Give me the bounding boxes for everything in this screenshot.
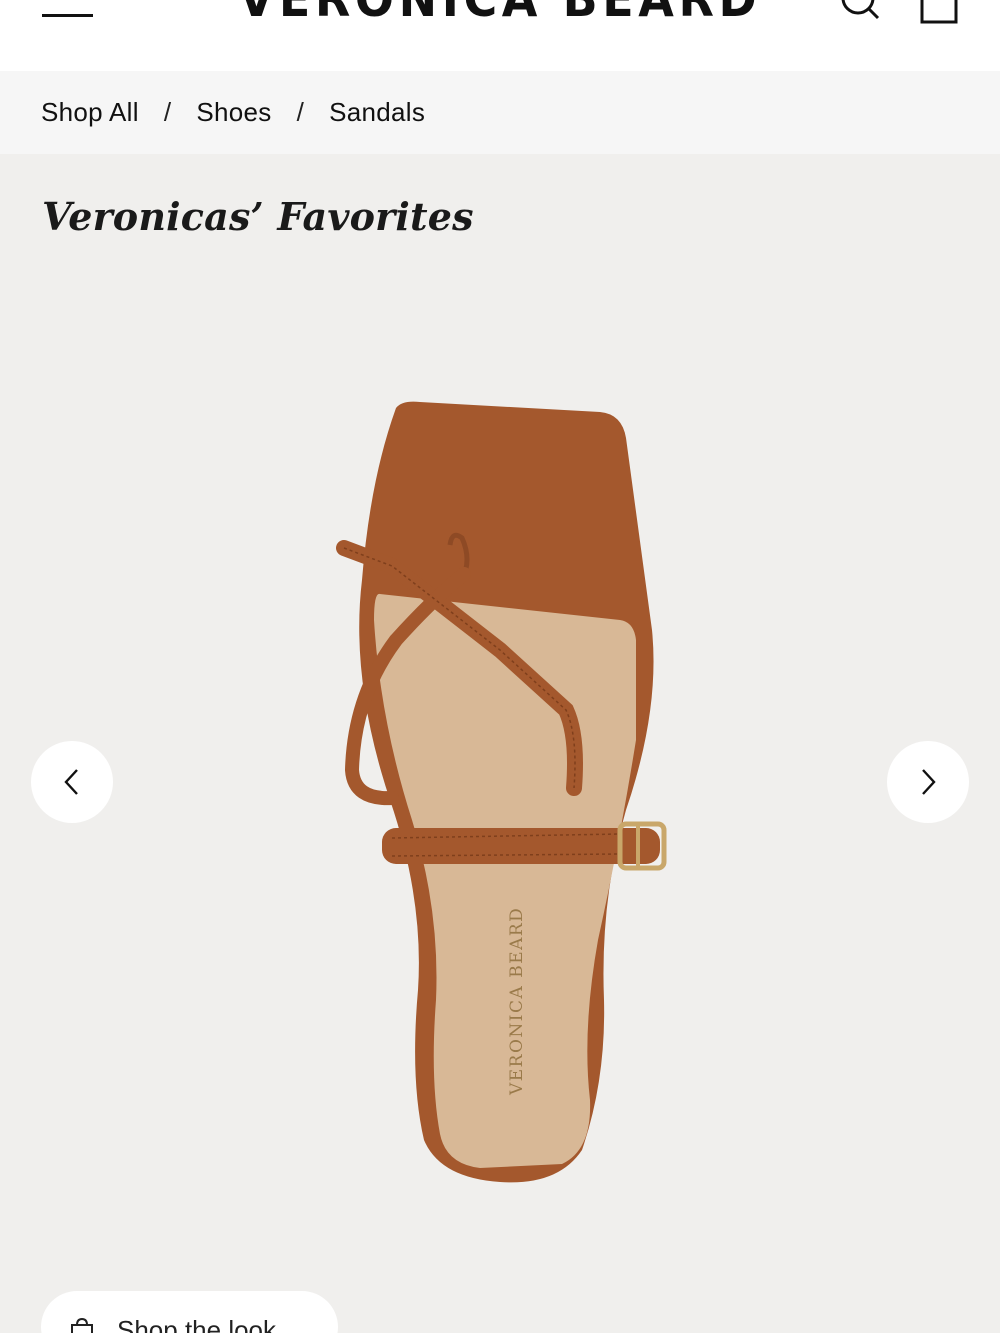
shop-the-look-label: Shop the look (117, 1315, 277, 1333)
shop-the-look-button[interactable]: Shop the look (41, 1291, 338, 1333)
brand-logo[interactable]: VERONICA BEARD (40, 0, 960, 24)
carousel-next-button[interactable] (887, 741, 969, 823)
shopping-bag-icon (71, 1317, 93, 1333)
breadcrumb-separator: / (163, 97, 172, 127)
chevron-left-icon (64, 769, 78, 795)
breadcrumb-shop-all[interactable]: Shop All (41, 97, 139, 128)
breadcrumb: Shop All / Shoes / Sandals (0, 71, 1000, 154)
shopping-bag-icon[interactable] (918, 0, 962, 28)
breadcrumb-separator: / (296, 97, 305, 127)
breadcrumb-shoes[interactable]: Shoes (196, 97, 271, 128)
breadcrumb-sandals[interactable]: Sandals (329, 97, 425, 128)
search-icon[interactable] (836, 0, 884, 28)
carousel-prev-button[interactable] (31, 741, 113, 823)
chevron-right-icon (922, 769, 936, 795)
section-title: Veronicas’ Favorites (42, 194, 474, 239)
site-header: VERONICA BEARD (0, 0, 1000, 71)
product-image-sandal[interactable]: VERONICA BEARD (300, 380, 700, 1200)
insole-brand-text: VERONICA BEARD (507, 907, 527, 1096)
